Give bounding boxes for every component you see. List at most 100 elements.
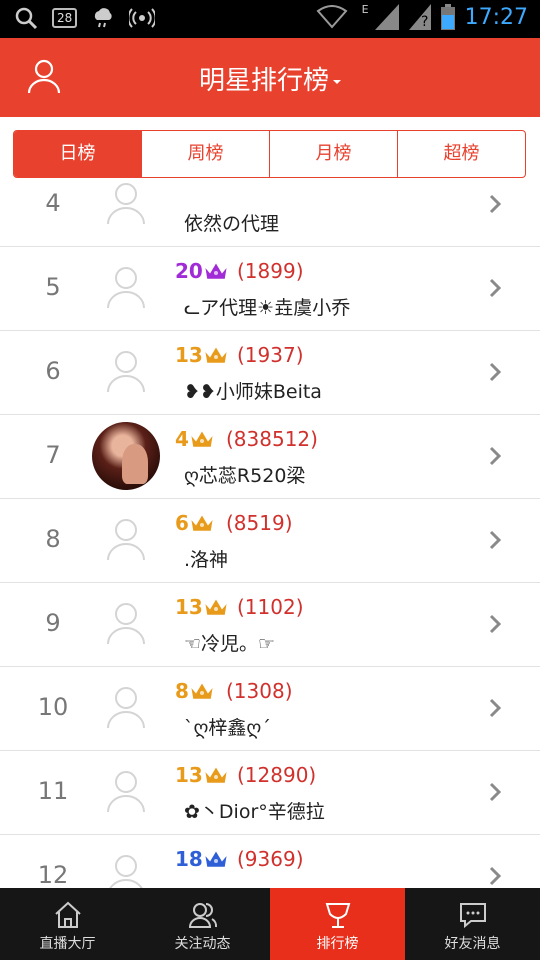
ranking-row[interactable]: 4 依然の代理 bbox=[0, 181, 540, 247]
crown-icon bbox=[190, 430, 214, 448]
level-number: 4 bbox=[175, 427, 189, 451]
chevron-right-icon[interactable] bbox=[488, 697, 502, 719]
app-header: 明星排行榜 bbox=[0, 38, 540, 117]
nav-item-friend-messages[interactable]: 好友消息 bbox=[405, 888, 540, 960]
trophy-icon bbox=[325, 903, 350, 928]
crown-icon bbox=[204, 346, 228, 364]
page-title[interactable]: 明星排行榜 bbox=[0, 60, 540, 97]
nav-label: 关注动态 bbox=[174, 936, 231, 952]
nav-item-following[interactable]: 关注动态 bbox=[135, 888, 270, 960]
avatar-placeholder-icon bbox=[107, 183, 145, 225]
chevron-right-icon[interactable] bbox=[488, 193, 502, 215]
crown-icon bbox=[204, 766, 228, 784]
avatar-placeholder-icon bbox=[107, 687, 145, 729]
ranking-row[interactable]: 11 13 (12890) ✿丶Dior°辛德拉 bbox=[0, 751, 540, 835]
crown-icon bbox=[190, 514, 214, 532]
ranking-row[interactable]: 8 6 (8519) .洛神 bbox=[0, 499, 540, 583]
rank-number: 9 bbox=[45, 609, 61, 637]
rank-number: 7 bbox=[45, 441, 61, 469]
fan-score: (8519) bbox=[226, 511, 293, 535]
weather-icon bbox=[95, 8, 112, 28]
star-name: ღ芯蕊R520梁 bbox=[184, 465, 306, 487]
home-icon bbox=[54, 901, 81, 928]
tab-daily[interactable]: 日榜 bbox=[14, 131, 141, 177]
star-name: 依然の代理 bbox=[184, 213, 280, 235]
level-number: 13 bbox=[175, 763, 203, 787]
level-badge: 6 bbox=[175, 511, 214, 535]
users-icon bbox=[188, 903, 217, 928]
level-number: 6 bbox=[175, 511, 189, 535]
chevron-right-icon[interactable] bbox=[488, 445, 502, 467]
nav-label: 直播大厅 bbox=[39, 936, 96, 952]
ranking-list[interactable]: 4 依然の代理 5 20 (1899) ᓚア代理☀垚虞小乔 6 13 (1937) ❥❥小师妹Be… bbox=[0, 181, 540, 888]
level-number: 13 bbox=[175, 595, 203, 619]
level-badge: 13 bbox=[175, 763, 228, 787]
crown-icon bbox=[204, 850, 228, 868]
fan-score: (1899) bbox=[237, 259, 304, 283]
signal-icon bbox=[374, 4, 399, 30]
avatar-placeholder-icon bbox=[107, 519, 145, 561]
star-name: .洛神 bbox=[184, 549, 229, 571]
nav-item-ranking[interactable]: 排行榜 bbox=[270, 888, 405, 960]
rank-number: 11 bbox=[37, 777, 69, 805]
star-name: ☜冷児。☞ bbox=[184, 633, 276, 655]
battery-icon bbox=[440, 4, 455, 30]
fan-score: (1937) bbox=[237, 343, 304, 367]
star-name: ✿丶Dior°辛德拉 bbox=[184, 801, 325, 823]
rank-number: 8 bbox=[45, 525, 61, 553]
fan-score: (1308) bbox=[226, 679, 293, 703]
nav-label: 好友消息 bbox=[444, 936, 501, 952]
network-type-label: E bbox=[361, 2, 369, 16]
avatar-placeholder-icon bbox=[107, 771, 145, 813]
avatar-placeholder-icon bbox=[107, 267, 145, 309]
status-bar: 28 E ? 17:27 bbox=[0, 0, 540, 38]
fan-score: (9369) bbox=[237, 847, 304, 871]
crown-icon bbox=[204, 598, 228, 616]
ranking-period-tabs: 日榜 周榜 月榜 超榜 bbox=[13, 130, 526, 178]
rank-number: 5 bbox=[45, 273, 61, 301]
fan-score: (12890) bbox=[237, 763, 317, 787]
nav-item-live-hall[interactable]: 直播大厅 bbox=[0, 888, 135, 960]
clock: 17:27 bbox=[464, 4, 528, 30]
level-badge: 18 bbox=[175, 847, 228, 871]
tab-weekly[interactable]: 周榜 bbox=[141, 131, 269, 177]
ranking-row[interactable]: 7 4 (838512) ღ芯蕊R520梁 bbox=[0, 415, 540, 499]
chevron-right-icon[interactable] bbox=[488, 277, 502, 299]
level-badge: 13 bbox=[175, 595, 228, 619]
chevron-right-icon[interactable] bbox=[488, 529, 502, 551]
ranking-row[interactable]: 9 13 (1102) ☜冷児。☞ bbox=[0, 583, 540, 667]
rank-number: 10 bbox=[37, 693, 69, 721]
message-icon bbox=[459, 903, 486, 929]
chevron-right-icon[interactable] bbox=[488, 361, 502, 383]
level-badge: 8 bbox=[175, 679, 214, 703]
crown-icon bbox=[190, 682, 214, 700]
crown-icon bbox=[204, 262, 228, 280]
star-name: ❥❥小师妹Beita bbox=[184, 381, 322, 403]
search-icon bbox=[15, 7, 38, 30]
ranking-row[interactable]: 10 8 (1308) ˋღ梓鑫ღˊ bbox=[0, 667, 540, 751]
fan-score: (1102) bbox=[237, 595, 304, 619]
chevron-right-icon[interactable] bbox=[488, 865, 502, 887]
level-badge: 4 bbox=[175, 427, 214, 451]
page-title-text: 明星排行榜 bbox=[198, 66, 329, 96]
notification-count-badge: 28 bbox=[52, 8, 78, 28]
bottom-nav: 直播大厅 关注动态 排行榜 好友消息 bbox=[0, 888, 540, 960]
fan-score: (838512) bbox=[226, 427, 318, 451]
sim-unknown-icon: ? bbox=[408, 4, 431, 30]
level-badge: 13 bbox=[175, 343, 228, 367]
ranking-row[interactable]: 12 18 (9369) bbox=[0, 835, 540, 888]
ranking-row[interactable]: 5 20 (1899) ᓚア代理☀垚虞小乔 bbox=[0, 247, 540, 331]
chevron-right-icon[interactable] bbox=[488, 613, 502, 635]
ranking-row[interactable]: 6 13 (1937) ❥❥小师妹Beita bbox=[0, 331, 540, 415]
avatar bbox=[92, 422, 160, 490]
star-name: ᓚア代理☀垚虞小乔 bbox=[184, 297, 351, 319]
rank-number: 12 bbox=[37, 861, 69, 888]
tab-super[interactable]: 超榜 bbox=[397, 131, 525, 177]
star-name: ˋღ梓鑫ღˊ bbox=[184, 717, 271, 739]
chevron-right-icon[interactable] bbox=[488, 781, 502, 803]
rank-number: 6 bbox=[45, 357, 61, 385]
tab-monthly[interactable]: 月榜 bbox=[269, 131, 397, 177]
level-number: 18 bbox=[175, 847, 203, 871]
level-number: 13 bbox=[175, 343, 203, 367]
level-badge: 20 bbox=[175, 259, 228, 283]
